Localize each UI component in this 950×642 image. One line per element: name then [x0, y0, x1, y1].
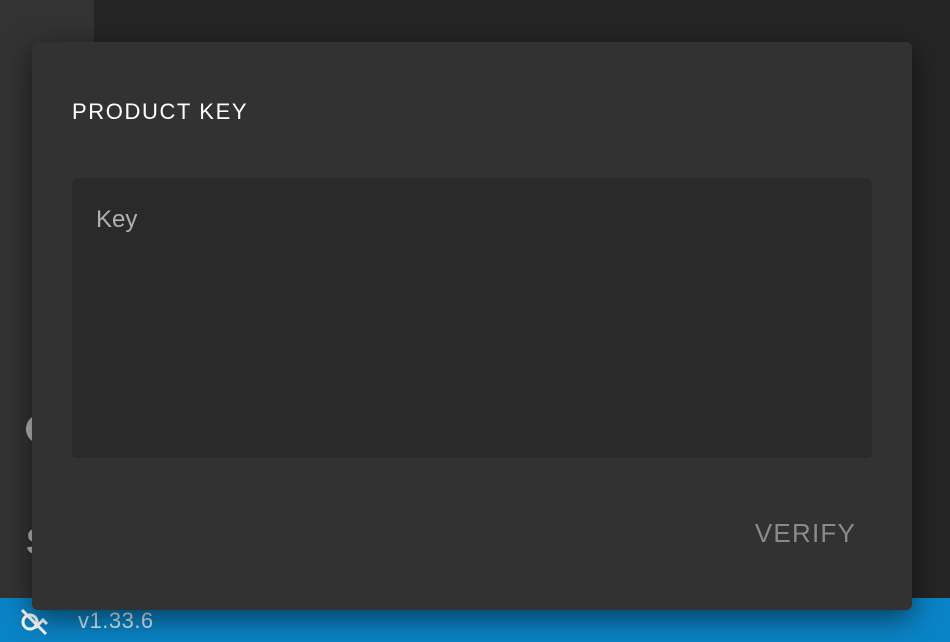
verify-button[interactable]: VERIFY: [739, 512, 872, 555]
product-key-input[interactable]: [72, 178, 872, 458]
app-window: S v1.33.6 PRODUCT KEY VERIFY: [0, 0, 950, 642]
product-key-dialog: PRODUCT KEY VERIFY: [32, 42, 912, 610]
dialog-title: PRODUCT KEY: [72, 99, 249, 124]
